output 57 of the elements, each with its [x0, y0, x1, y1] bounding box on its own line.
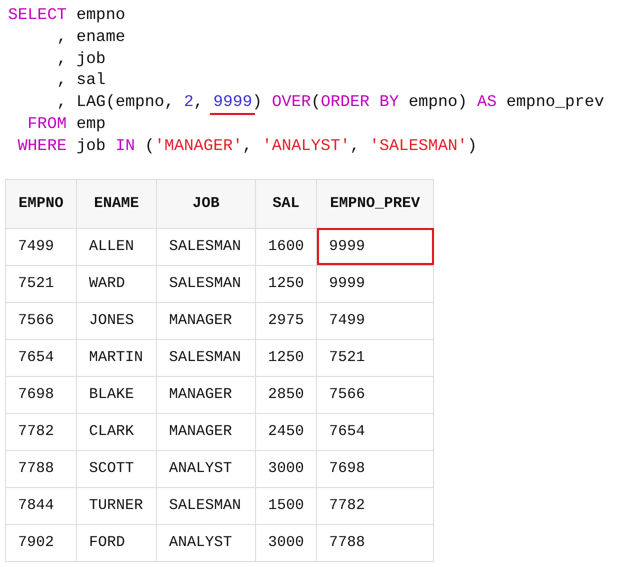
table-cell: 7499 [316, 302, 434, 340]
table-cell: MARTIN [76, 339, 156, 376]
table-cell: MANAGER [156, 413, 256, 450]
table-cell: 7788 [316, 524, 434, 562]
table-cell: TURNER [76, 487, 156, 524]
table-cell: BLAKE [76, 376, 156, 414]
table-cell: 7782 [316, 487, 434, 524]
table-cell: SALESMAN [156, 339, 256, 376]
table-cell: 7654 [6, 339, 76, 376]
table-cell: 7782 [6, 413, 76, 450]
table-cell: 7521 [6, 265, 76, 302]
table-cell: MANAGER [156, 302, 256, 340]
code-line: WHERE job IN ('MANAGER', 'ANALYST', 'SALESMAN') [16, 134, 478, 157]
table-cell: 1250 [256, 339, 317, 376]
table-cell: 1500 [256, 487, 317, 524]
table-cell: 1600 [256, 228, 317, 266]
table-cell: 7521 [316, 339, 434, 376]
table-cell: 2450 [256, 413, 317, 450]
table-cell: FORD [76, 524, 156, 562]
column-header: JOB [156, 179, 256, 228]
table-cell: ALLEN [76, 228, 156, 266]
table-cell: 1250 [256, 265, 317, 302]
table-cell: CLARK [76, 413, 156, 450]
code-line: , LAG(empno, 2, 9999) OVER(ORDER BY empno) AS empno_prev [8, 91, 604, 113]
table-cell: 7499 [6, 228, 76, 266]
table-cell: MANAGER [156, 376, 256, 414]
column-header: EMPNO [6, 179, 76, 228]
table-cell: 9999 [316, 228, 434, 266]
code-line: SELECT empno [8, 4, 126, 26]
table-cell: 7902 [6, 524, 76, 562]
table-cell: JONES [76, 302, 156, 340]
code-line: , sal [56, 69, 106, 92]
table-cell: ANALYST [156, 450, 256, 488]
table-cell: SALESMAN [156, 265, 256, 302]
table-cell: 2975 [256, 302, 317, 340]
table-cell: 7698 [6, 376, 76, 414]
code-line: , job [56, 48, 106, 70]
table-cell: 7698 [316, 450, 434, 488]
table-cell: 7788 [6, 450, 76, 488]
code-line: , ename [56, 26, 126, 48]
column-header: ENAME [76, 179, 156, 228]
table-cell: SALESMAN [156, 228, 256, 266]
table-cell: 7566 [6, 302, 76, 340]
table-cell: 3000 [256, 524, 317, 562]
table-cell: 7566 [316, 376, 434, 414]
table-cell: WARD [76, 265, 156, 302]
table-cell: ANALYST [156, 524, 256, 562]
table-cell: 7654 [316, 413, 434, 450]
table-cell: SALESMAN [156, 487, 256, 524]
table-cell: SCOTT [76, 450, 156, 488]
table-cell: 9999 [316, 265, 434, 302]
column-header: SAL [256, 179, 317, 228]
table-cell: 7844 [6, 487, 76, 524]
table-cell: 2850 [256, 376, 317, 414]
code-line: FROM emp [26, 112, 106, 135]
column-header: EMPNO_PREV [316, 179, 434, 228]
table-cell: 3000 [256, 450, 317, 488]
